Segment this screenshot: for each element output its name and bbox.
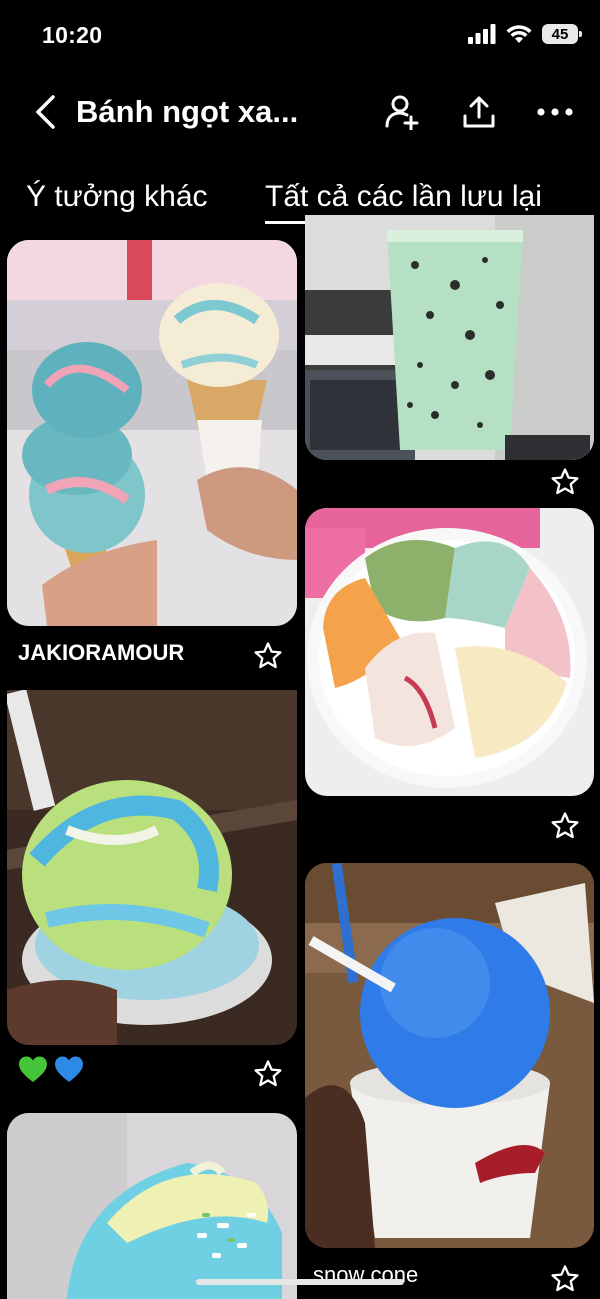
- add-collaborator-button[interactable]: [382, 92, 422, 132]
- more-icon: [537, 108, 573, 116]
- back-button[interactable]: [34, 92, 62, 132]
- blue-heart-icon: [55, 1056, 83, 1082]
- tab-more-ideas[interactable]: Ý tưởng khác: [26, 180, 208, 214]
- blue-green-ice-cream-image: [7, 690, 297, 1045]
- ice-cream-cones-image: [7, 240, 297, 626]
- star-icon[interactable]: [550, 467, 580, 497]
- blue-ice-cream-image: [7, 1113, 297, 1299]
- board-title: Bánh ngọt xa...: [76, 94, 299, 129]
- status-time: 10:20: [42, 22, 103, 48]
- more-button[interactable]: [535, 92, 575, 132]
- pin-caption: JAKIORAMOUR: [18, 640, 185, 665]
- pin-image-blue-ice-cream[interactable]: [7, 1113, 297, 1299]
- pin-image-mint-drink[interactable]: [305, 215, 594, 460]
- pin-image-blue-green-ice-cream[interactable]: [7, 690, 297, 1045]
- chevron-left-icon: [36, 95, 55, 129]
- star-icon[interactable]: [253, 1059, 283, 1089]
- screen: 10:20 45 Bánh ngọt xa... Ý tưởng khác Tấ…: [0, 0, 600, 1299]
- pin-emojis: [18, 1055, 84, 1083]
- mint-drink-image: [305, 215, 594, 460]
- ice-cream-bowl-image: [305, 508, 594, 796]
- snow-cone-image: [305, 863, 594, 1248]
- star-icon[interactable]: [550, 811, 580, 841]
- signal-icon: [468, 24, 496, 44]
- green-heart-icon: [19, 1056, 47, 1082]
- add-collaborator-icon: [385, 95, 419, 130]
- star-icon[interactable]: [550, 1264, 580, 1294]
- wifi-icon: [506, 25, 532, 43]
- home-indicator[interactable]: [196, 1279, 404, 1285]
- pin-image-ice-cream-bowl[interactable]: [305, 508, 594, 796]
- star-icon[interactable]: [253, 641, 283, 671]
- battery-icon: 45: [542, 24, 582, 44]
- share-icon: [463, 96, 495, 128]
- share-button[interactable]: [459, 92, 499, 132]
- pin-image-ice-cream-cones[interactable]: [7, 240, 297, 626]
- tab-all-saves[interactable]: Tất cả các lần lưu lại: [265, 180, 542, 214]
- status-icons: 45: [468, 24, 582, 44]
- pin-image-snow-cone[interactable]: [305, 863, 594, 1248]
